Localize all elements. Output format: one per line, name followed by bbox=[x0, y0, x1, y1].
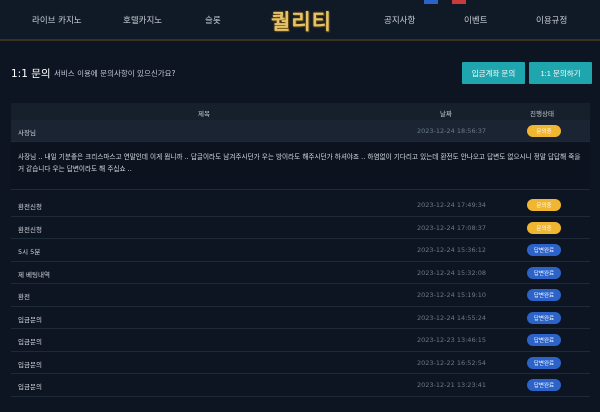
status-badge: 답변완료 bbox=[527, 311, 561, 324]
row-date: 2023-12-24 17:49:34 bbox=[417, 201, 487, 209]
row-date: 2023-12-21 13:23:41 bbox=[417, 381, 487, 389]
row-title: 입금문의 bbox=[18, 383, 42, 391]
row-date: 2023-12-22 16:52:54 bbox=[417, 358, 487, 367]
status-badge: 답변완료 bbox=[527, 289, 561, 301]
row-date: 2023-12-24 15:32:08 bbox=[417, 268, 487, 277]
table-header: 제목 날짜 진행상태 bbox=[11, 103, 590, 120]
table-row[interactable]: 환전 2023-12-24 15:19:10 답변완료 bbox=[11, 284, 590, 307]
row-date: 2023-12-24 17:08:37 bbox=[417, 223, 487, 232]
status-badge: 문의중 bbox=[527, 221, 561, 234]
nav-event[interactable]: 이벤트 bbox=[464, 14, 487, 26]
table-body: 환전신청 2023-12-24 17:49:34 문의중 환전신청 2023-12-24… bbox=[11, 194, 590, 397]
nav-hotel-casino[interactable]: 호텔카지노 bbox=[123, 14, 162, 26]
status-badge: 답변완료 bbox=[527, 244, 561, 256]
table-row[interactable]: 환전신청 2023-12-24 17:08:37 문의중 bbox=[11, 217, 590, 239]
header-status: 진행상태 bbox=[530, 110, 554, 118]
row-title: 제 베팅내역 bbox=[18, 270, 50, 279]
inquiry-table: 제목 날짜 진행상태 사장님 2023-12-24 18:56:37 문의중 사… bbox=[11, 103, 590, 397]
table-row[interactable]: 입금문의 2023-12-21 13:23:41 답변완료 bbox=[11, 374, 590, 397]
row-title: 환전 bbox=[18, 293, 30, 301]
page-title: 1:1 문의 bbox=[11, 68, 51, 80]
row-title: 환전신청 bbox=[18, 203, 42, 211]
row-title: 입금문의 bbox=[18, 338, 42, 346]
table-row-expanded[interactable]: 사장님 2023-12-24 18:56:37 문의중 bbox=[11, 120, 590, 142]
nav-notice[interactable]: 공지사항 bbox=[384, 14, 415, 26]
row-date: 2023-12-24 14:55:24 bbox=[417, 313, 487, 322]
table-row[interactable]: 입금문의 2023-12-23 13:46:15 답변완료 bbox=[11, 329, 590, 352]
page-subtitle: 서비스 이용에 문의사항이 있으신가요? bbox=[54, 69, 176, 78]
site-logo[interactable]: 퀄리티 bbox=[271, 6, 332, 36]
table-row[interactable]: 5시 5분 2023-12-24 15:36:12 답변완료 bbox=[11, 239, 590, 262]
nav-terms[interactable]: 이용규정 bbox=[536, 14, 567, 26]
nav-divider bbox=[0, 40, 600, 41]
status-badge: 답변완료 bbox=[527, 379, 561, 391]
row-date: 2023-12-24 15:36:12 bbox=[417, 246, 487, 254]
nav-live-casino[interactable]: 라이브 카지노 bbox=[32, 14, 82, 26]
header-title: 제목 bbox=[198, 110, 210, 118]
row-title: 입금문의 bbox=[18, 315, 42, 324]
header-date: 날짜 bbox=[440, 110, 452, 118]
table-row[interactable]: 입금문의 2023-12-24 14:55:24 답변완료 bbox=[11, 307, 590, 329]
row-title: 환전신청 bbox=[18, 225, 42, 234]
row-title: 5시 5분 bbox=[18, 248, 41, 256]
top-navigation: 라이브 카지노 호텔카지노 슬롯 퀄리티 공지사항 이벤트 이용규정 bbox=[0, 0, 600, 41]
table-row[interactable]: 환전신청 2023-12-24 17:49:34 문의중 bbox=[11, 194, 590, 217]
flag-blue-decoration bbox=[424, 0, 438, 4]
row-date: 2023-12-23 13:46:15 bbox=[417, 336, 487, 344]
row-date: 2023-12-24 18:56:37 bbox=[417, 127, 487, 135]
account-inquiry-button[interactable]: 입금계좌 문의 bbox=[462, 62, 525, 84]
row-title: 입금문의 bbox=[18, 360, 42, 369]
status-badge: 답변완료 bbox=[527, 356, 561, 369]
status-badge: 답변완료 bbox=[527, 334, 561, 346]
new-inquiry-button[interactable]: 1:1 문의하기 bbox=[529, 62, 592, 84]
inquiry-content: 사장님 .. 내일 기분좋은 크리스마스고 연말인데 이게 뭡니까 .. 답글이… bbox=[11, 142, 590, 190]
status-badge: 답변완료 bbox=[527, 266, 561, 279]
flag-red-decoration bbox=[452, 0, 466, 4]
status-badge: 문의중 bbox=[527, 199, 561, 211]
row-date: 2023-12-24 15:19:10 bbox=[417, 291, 487, 299]
status-badge: 문의중 bbox=[527, 125, 561, 137]
table-row[interactable]: 제 베팅내역 2023-12-24 15:32:08 답변완료 bbox=[11, 262, 590, 284]
nav-slot[interactable]: 슬롯 bbox=[205, 14, 221, 26]
row-title: 사장님 bbox=[18, 129, 36, 137]
table-row[interactable]: 입금문의 2023-12-22 16:52:54 답변완료 bbox=[11, 352, 590, 374]
